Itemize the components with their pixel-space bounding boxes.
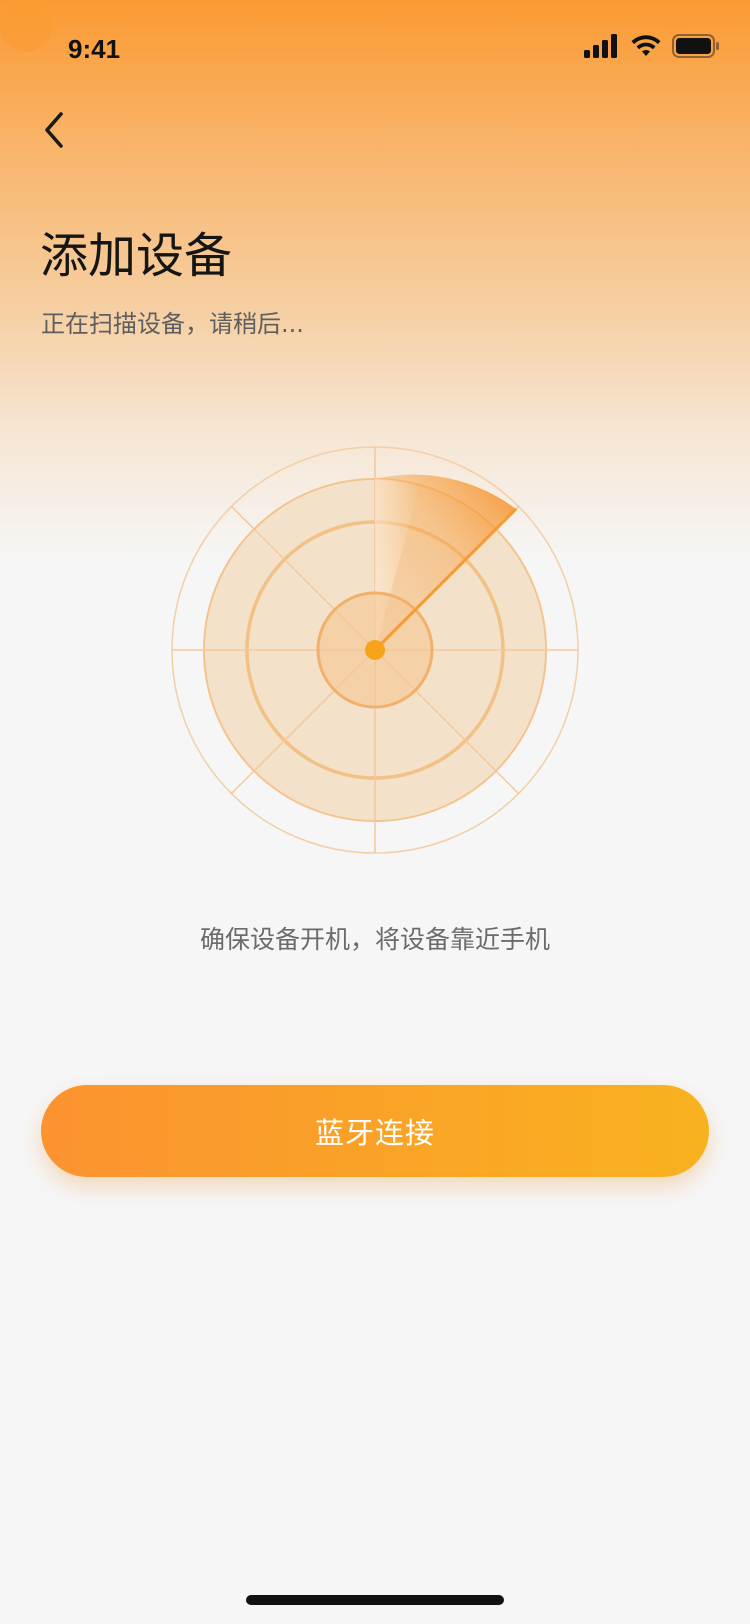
status-time: 9:41 xyxy=(68,34,121,64)
hint-text: 确保设备开机，将设备靠近手机 xyxy=(199,925,550,954)
page-subtitle: 正在扫描设备，请稍后... xyxy=(41,310,304,338)
home-indicator[interactable] xyxy=(246,1595,504,1605)
back-button[interactable] xyxy=(32,106,76,158)
wifi-icon xyxy=(630,34,662,62)
status-bar: 9:41 xyxy=(0,0,750,96)
chevron-left-icon xyxy=(40,110,68,154)
status-icons xyxy=(584,34,720,62)
page-title: 添加设备 xyxy=(40,228,233,284)
battery-icon xyxy=(672,34,720,62)
bluetooth-connect-button[interactable]: 蓝牙连接 xyxy=(41,1085,709,1177)
radar-scan-icon xyxy=(170,445,580,855)
cellular-signal-icon xyxy=(584,34,620,62)
bluetooth-connect-label: 蓝牙连接 xyxy=(314,1116,435,1150)
